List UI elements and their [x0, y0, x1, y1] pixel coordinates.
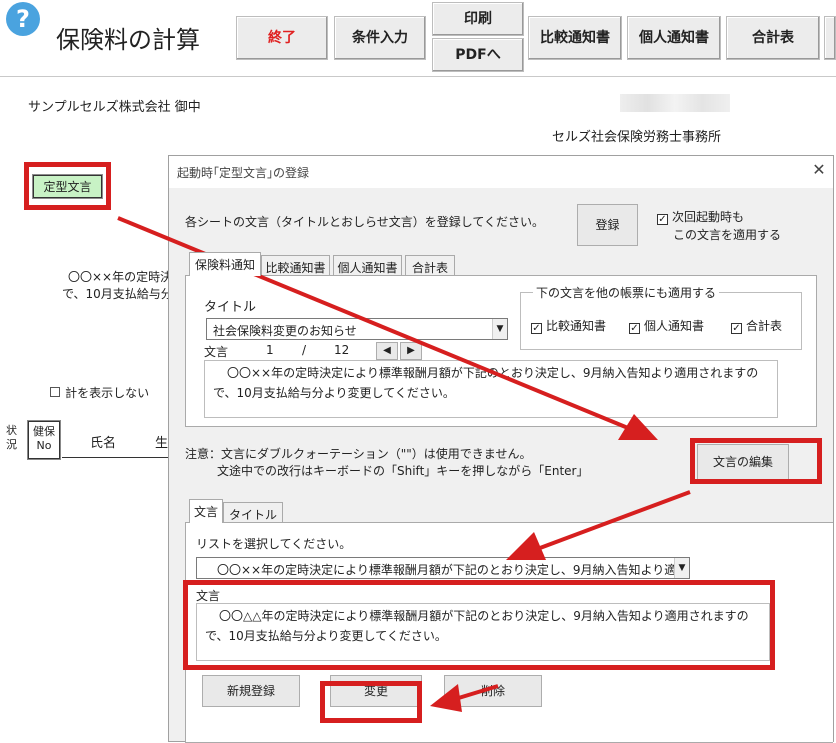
tab-total-table[interactable]: 合計表 — [405, 255, 455, 275]
note-line-2: 文途中での改行はキーボードの「Shift」キーを押しながら「Enter」 — [217, 464, 589, 478]
fixed-text-button[interactable]: 定型文言 — [32, 174, 103, 199]
tab-comparison-notice[interactable]: 比較通知書 — [261, 255, 330, 275]
hide-total-checkbox[interactable]: 計を表示しない — [50, 382, 149, 401]
delete-button[interactable]: 削除 — [444, 675, 542, 707]
total-table-button[interactable]: 合計表 — [726, 16, 820, 60]
dialog-title: 起動時｢定型文言｣の登録 — [177, 166, 310, 180]
close-icon[interactable]: ✕ — [809, 160, 829, 182]
apply-total-checkbox[interactable]: ✓ 合計表 — [731, 317, 782, 334]
hide-total-label: 計を表示しない — [65, 386, 150, 400]
apply-next-startup-line2: この文言を適用する — [673, 228, 782, 242]
tab-individual-notice[interactable]: 個人通知書 — [333, 255, 402, 275]
column-name: 氏名 — [90, 436, 117, 451]
checkbox-box — [50, 387, 60, 397]
tab-title[interactable]: タイトル — [223, 502, 283, 522]
apply-total-label: 合計表 — [746, 319, 783, 333]
upper-text-line-2: で、10月支払給与分より変更してください。 — [213, 386, 455, 400]
more-button-edge[interactable] — [824, 16, 836, 60]
text-list-select[interactable]: 〇〇××年の定時決定により標準報酬月額が下記のとおり決定し、9月納入告知より適 … — [196, 557, 690, 579]
company-name: サンプルセルズ株式会社 御中 — [28, 100, 201, 115]
column-health-no[interactable]: 健保No — [27, 420, 61, 460]
register-button[interactable]: 登録 — [577, 204, 638, 246]
chevron-down-icon[interactable]: ▼ — [674, 558, 689, 578]
apply-other-forms-group: 下の文言を他の帳票にも適用する ✓ 比較通知書 ✓ 個人通知書 ✓ 合計表 — [520, 284, 802, 350]
apply-comparison-checkbox[interactable]: ✓ 比較通知書 — [531, 317, 606, 334]
text-list-value: 〇〇××年の定時決定により標準報酬月額が下記のとおり決定し、9月納入告知より適 — [217, 563, 677, 577]
list-prompt: リストを選択してください。 — [196, 537, 352, 551]
title-select[interactable]: 社会保険料変更のお知らせ ▼ — [206, 318, 508, 340]
note-line-1: 注意：文言にダブルクォーテーション（""）は使用できません。 — [185, 447, 532, 461]
prev-page-icon[interactable]: ◀ — [376, 342, 398, 360]
apply-comparison-label: 比較通知書 — [546, 319, 607, 333]
upper-tab-panel: タイトル 下の文言を他の帳票にも適用する ✓ 比較通知書 ✓ 個人通知書 ✓ 合計表 … — [185, 275, 817, 427]
edit-area-highlight — [183, 580, 775, 670]
new-register-button[interactable]: 新規登録 — [202, 675, 300, 707]
apply-individual-label: 個人通知書 — [644, 319, 705, 333]
apply-group-title: 下の文言を他の帳票にも適用する — [533, 284, 720, 301]
checkbox-box: ✓ — [629, 323, 640, 334]
checkbox-box: ✓ — [731, 323, 742, 334]
pdf-button[interactable]: PDFへ — [432, 38, 524, 72]
chevron-down-icon[interactable]: ▼ — [492, 319, 507, 339]
office-name: セルズ社会保険労務士事務所 — [552, 130, 722, 145]
upper-text-display[interactable]: 〇〇××年の定時決定により標準報酬月額が下記のとおり決定し、9月納入告知より適用… — [204, 360, 778, 418]
checkbox-box: ✓ — [531, 323, 542, 334]
header-underline — [62, 457, 168, 458]
individual-notice-button[interactable]: 個人通知書 — [627, 16, 721, 60]
divider — [0, 76, 836, 77]
edit-button-highlight — [690, 438, 822, 484]
column-status: 状況 — [6, 424, 17, 451]
upper-text-line-1: 〇〇××年の定時決定により標準報酬月額が下記のとおり決定し、9月納入告知より適用… — [227, 366, 759, 380]
change-button-highlight — [320, 681, 422, 723]
exit-button[interactable]: 終了 — [236, 16, 328, 60]
title-label: タイトル — [204, 300, 257, 315]
redacted-block — [620, 94, 730, 112]
comparison-notice-button[interactable]: 比較通知書 — [528, 16, 622, 60]
apply-next-startup-checkbox[interactable]: ✓ 次回起動時も — [657, 208, 744, 225]
dialog-instruction: 各シートの文言（タイトルとおしらせ文言）を登録してください。 — [185, 215, 545, 229]
column-birth: 生 — [155, 436, 169, 451]
page-separator: / — [302, 343, 307, 357]
sheet-body-line-1: 〇〇××年の定時決 — [68, 270, 173, 284]
condition-input-button[interactable]: 条件入力 — [334, 16, 426, 60]
checkbox-box: ✓ — [657, 214, 668, 225]
sheet-body-line-2: で、10月支払給与分よ — [62, 287, 185, 301]
page-current: 1 — [266, 343, 274, 357]
page-title: 保険料の計算 — [56, 26, 200, 54]
help-icon[interactable]: ? — [6, 2, 40, 36]
print-button[interactable]: 印刷 — [432, 2, 524, 36]
title-select-value: 社会保険料変更のお知らせ — [213, 324, 357, 338]
page-total: 12 — [334, 343, 350, 357]
next-page-icon[interactable]: ▶ — [400, 342, 422, 360]
apply-next-startup-line1: 次回起動時も — [672, 210, 745, 224]
tab-premium-notice[interactable]: 保険料通知 — [189, 252, 261, 276]
text-label: 文言 — [204, 345, 229, 359]
tab-text[interactable]: 文言 — [189, 499, 223, 523]
apply-individual-checkbox[interactable]: ✓ 個人通知書 — [629, 317, 704, 334]
